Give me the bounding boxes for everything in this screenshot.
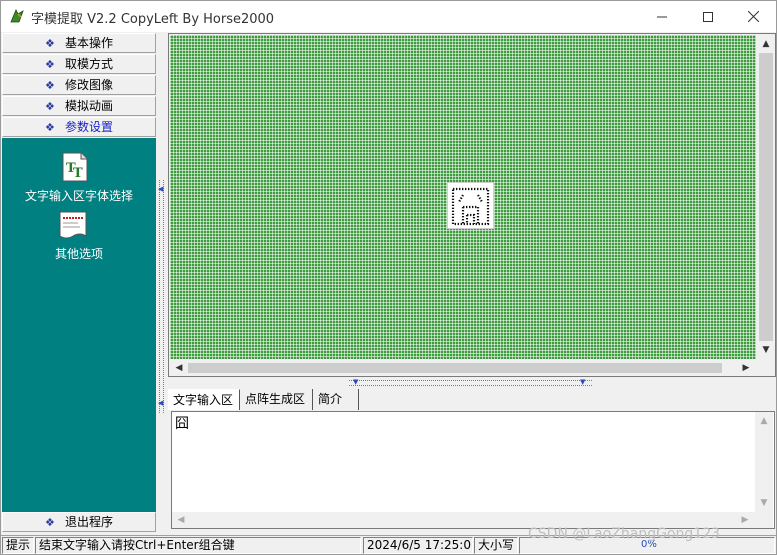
scroll-corner xyxy=(755,512,773,528)
scroll-up-icon[interactable]: ▲ xyxy=(756,413,772,429)
font-select-label[interactable]: 文字输入区字体选择 xyxy=(2,187,156,204)
app-icon xyxy=(10,9,24,23)
sidebar-item-label: 参数设置 xyxy=(65,120,114,134)
minimize-icon xyxy=(657,16,667,17)
dot-matrix-grid[interactable] xyxy=(170,35,756,359)
sidebar-item-settings[interactable]: ❖ 参数设置 xyxy=(2,117,156,137)
tab-bar: 文字输入区 点阵生成区 简介 xyxy=(168,389,776,410)
exit-label: 退出程序 xyxy=(65,515,114,529)
collapse-down-icon[interactable]: ▼ xyxy=(580,378,585,386)
scroll-down-icon[interactable]: ▼ xyxy=(758,342,774,358)
app-window: 字模提取 V2.2 CopyLeft By Horse2000 ❖ 基本操作 ❖… xyxy=(0,0,777,555)
scroll-up-icon[interactable]: ▲ xyxy=(758,36,774,52)
text-vertical-scrollbar[interactable]: ▲ ▼ xyxy=(755,412,773,512)
minimize-button[interactable] xyxy=(639,1,685,32)
bullet-icon: ❖ xyxy=(45,79,55,92)
sidebar-item-label: 取模方式 xyxy=(65,57,114,71)
splitter-track xyxy=(159,180,164,413)
svg-text:T: T xyxy=(73,166,83,181)
scroll-right-icon[interactable]: ▶ xyxy=(738,360,754,376)
bullet-icon: ❖ xyxy=(45,121,55,134)
status-datetime: 2024/6/5 17:25:07 xyxy=(363,537,473,554)
sidebar-item-edit-image[interactable]: ❖ 修改图像 xyxy=(2,75,156,95)
matrix-vertical-scrollbar[interactable]: ▲ ▼ xyxy=(757,35,775,359)
matrix-horizontal-scrollbar[interactable]: ◀ ▶ xyxy=(170,360,756,376)
font-tt-icon[interactable]: T T xyxy=(60,152,90,182)
maximize-button[interactable] xyxy=(685,1,731,32)
watermark: CSDN @LaoZhangGong123 xyxy=(528,526,721,542)
scroll-down-icon[interactable]: ▼ xyxy=(756,495,772,511)
bullet-icon: ❖ xyxy=(45,100,55,113)
glyph-dots xyxy=(451,187,490,226)
sidebar-item-label: 基本操作 xyxy=(65,36,114,50)
status-message: 结束文字输入请按Ctrl+Enter组合键 xyxy=(35,537,361,554)
scroll-thumb[interactable] xyxy=(188,363,722,373)
sidebar: ❖ 基本操作 ❖ 取模方式 ❖ 修改图像 ❖ 模拟动画 ❖ 参数设置 T T 文… xyxy=(2,33,156,534)
sidebar-item-label: 修改图像 xyxy=(65,78,114,92)
scroll-corner xyxy=(757,360,775,376)
status-hint-label: 提示 xyxy=(2,537,34,554)
scroll-thumb[interactable] xyxy=(759,53,773,341)
sidebar-item-basic-ops[interactable]: ❖ 基本操作 xyxy=(2,33,156,53)
horizontal-splitter[interactable]: ▼ ▼ xyxy=(168,378,776,388)
bullet-icon: ❖ xyxy=(45,37,55,50)
title-bar: 字模提取 V2.2 CopyLeft By Horse2000 xyxy=(1,1,776,32)
status-caps: 大小写 xyxy=(474,537,518,554)
tab-text-input[interactable]: 文字输入区 xyxy=(168,389,240,410)
close-button[interactable] xyxy=(730,1,776,32)
other-options-label[interactable]: 其他选项 xyxy=(2,245,156,262)
vertical-splitter[interactable]: ◀ ◀ xyxy=(156,33,166,534)
settings-panel: T T 文字输入区字体选择 其他选项 xyxy=(2,138,156,512)
bullet-icon: ❖ xyxy=(45,58,55,71)
document-icon[interactable] xyxy=(58,210,88,240)
glyph-preview[interactable] xyxy=(447,182,494,229)
tab-matrix-output[interactable]: 点阵生成区 xyxy=(240,389,313,410)
scroll-right-icon[interactable]: ▶ xyxy=(737,512,753,528)
scroll-left-icon[interactable]: ◀ xyxy=(171,360,187,376)
collapse-left-icon[interactable]: ◀ xyxy=(158,185,163,193)
matrix-canvas-frame: ▲ ▼ ◀ ▶ xyxy=(168,33,776,377)
scroll-left-icon[interactable]: ◀ xyxy=(173,512,189,528)
collapse-left-icon[interactable]: ◀ xyxy=(158,399,163,407)
exit-program-button[interactable]: ❖ 退出程序 xyxy=(2,512,156,532)
text-input-content[interactable]: 囧 xyxy=(175,417,189,431)
window-title: 字模提取 V2.2 CopyLeft By Horse2000 xyxy=(31,12,275,27)
sidebar-item-animation[interactable]: ❖ 模拟动画 xyxy=(2,96,156,116)
tab-about[interactable]: 简介 xyxy=(313,389,359,410)
splitter-track xyxy=(349,380,592,386)
close-icon xyxy=(747,11,759,22)
text-input-area[interactable]: 囧 ▲ ▼ ◀ ▶ xyxy=(171,411,775,529)
bullet-icon: ❖ xyxy=(45,516,55,529)
maximize-icon xyxy=(703,11,713,22)
sidebar-item-label: 模拟动画 xyxy=(65,99,114,113)
sidebar-item-modulo-mode[interactable]: ❖ 取模方式 xyxy=(2,54,156,74)
collapse-down-icon[interactable]: ▼ xyxy=(353,378,358,386)
